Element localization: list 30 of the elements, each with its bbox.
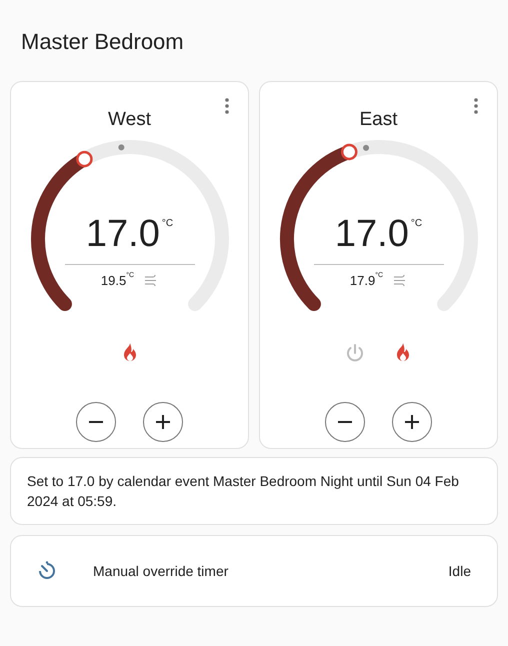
- decrease-button[interactable]: [76, 402, 116, 442]
- timer-icon: [37, 561, 57, 581]
- increase-button[interactable]: [143, 402, 183, 442]
- decrease-button[interactable]: [325, 402, 365, 442]
- timer-label: Manual override timer: [93, 562, 230, 580]
- thermostat-name: East: [359, 108, 398, 132]
- dial-handle[interactable]: [340, 144, 357, 160]
- thermostat-name: West: [108, 108, 151, 132]
- plus-icon: [405, 415, 419, 429]
- timer-state: Idle: [448, 562, 471, 580]
- temperature-unit: °C: [162, 217, 174, 231]
- current-temperature: 17.9: [350, 272, 376, 290]
- dial-handle[interactable]: [76, 150, 92, 168]
- target-temperature: 17.0: [334, 212, 409, 256]
- wind-icon: [144, 275, 158, 286]
- page-title: Master Bedroom: [21, 28, 185, 56]
- wind-icon: [393, 275, 408, 286]
- increase-button[interactable]: [392, 402, 432, 442]
- schedule-text: Set to 17.0 by calendar event Master Bedroom Night until Sun 04 Feb 2024 at 05:59.: [27, 472, 460, 511]
- plus-icon: [156, 415, 170, 429]
- current-temperature: 19.5: [100, 272, 126, 290]
- current-temperature-marker: [362, 144, 369, 151]
- more-icon[interactable]: [225, 98, 229, 114]
- minus-icon: [338, 421, 352, 423]
- minus-icon: [89, 421, 103, 423]
- more-icon[interactable]: [474, 98, 478, 114]
- flame-icon[interactable]: [394, 343, 412, 363]
- target-temperature: 17.0: [86, 212, 160, 256]
- temperature-unit: °C: [410, 217, 422, 231]
- current-temperature-marker: [118, 144, 124, 150]
